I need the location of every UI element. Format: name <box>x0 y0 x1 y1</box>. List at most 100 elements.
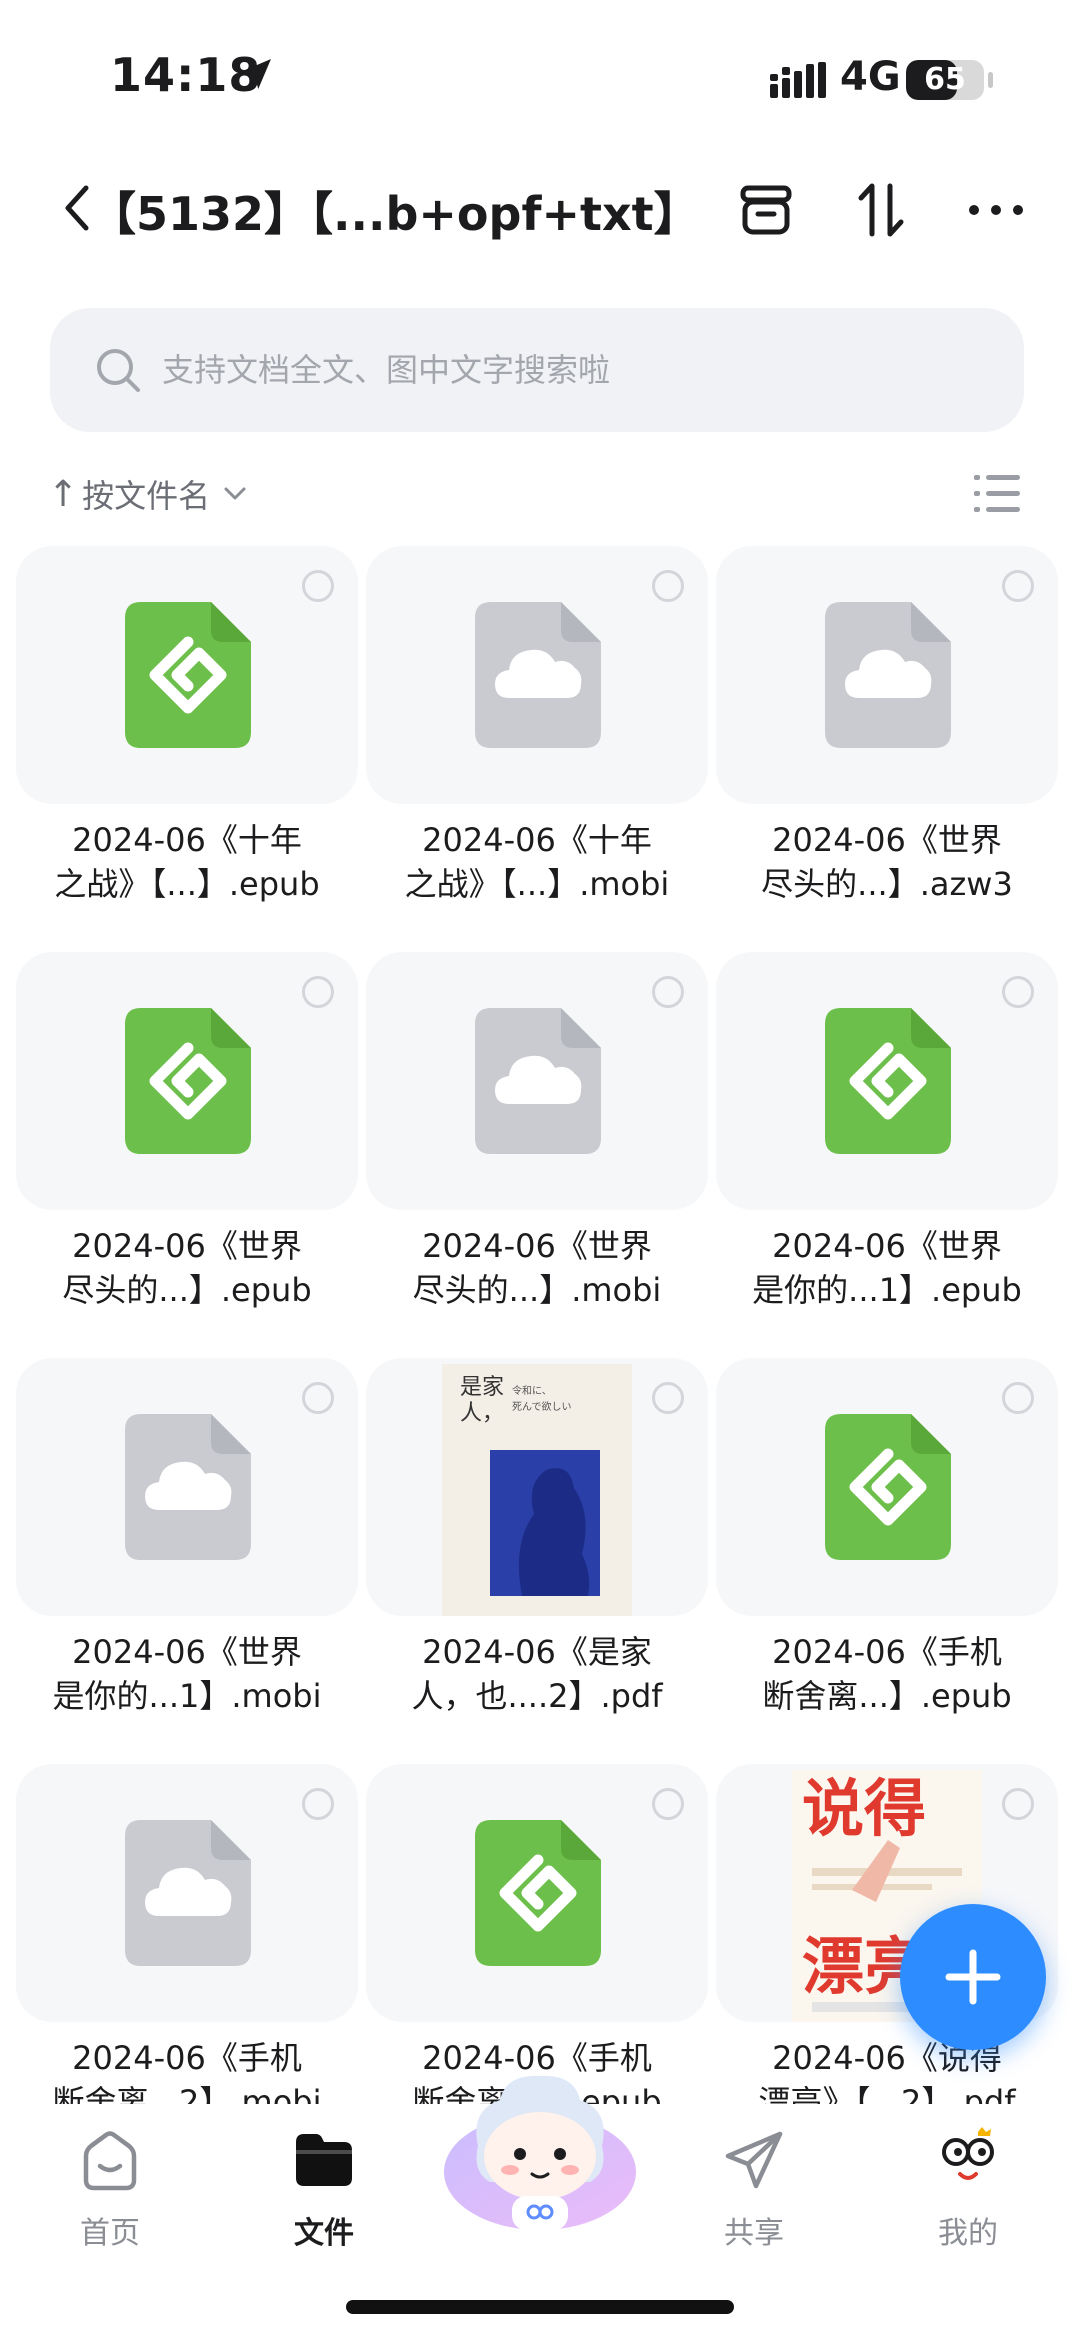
file-thumbnail-card[interactable] <box>716 546 1058 804</box>
file-item[interactable]: 2024-06《十年 之战》【...】.epub <box>16 546 358 908</box>
tab-home[interactable]: 首页 <box>40 2126 180 2276</box>
cloud-file-icon <box>475 1008 601 1154</box>
file-name-line1: 2024-06《说得 <box>772 2039 1002 2077</box>
select-checkbox[interactable] <box>302 1788 334 1820</box>
file-name-line1: 2024-06《世界 <box>72 1633 302 1671</box>
tab-share-label: 共享 <box>724 2216 784 2251</box>
tab-home-label: 首页 <box>80 2216 140 2251</box>
file-thumbnail-card[interactable] <box>16 1764 358 2022</box>
file-name-line2: 人，也....2】.pdf <box>411 1677 663 1715</box>
assistant-mascot-icon[interactable] <box>440 2060 640 2240</box>
file-thumbnail-card[interactable] <box>716 952 1058 1210</box>
select-checkbox[interactable] <box>302 570 334 602</box>
file-name-line1: 2024-06《手机 <box>72 2039 302 2077</box>
select-checkbox[interactable] <box>652 1788 684 1820</box>
file-thumbnail-card[interactable] <box>716 1358 1058 1616</box>
file-thumbnail-card[interactable] <box>16 1358 358 1616</box>
file-name: 2024-06《世界 尽头的...】.azw3 <box>716 818 1058 906</box>
sort-icon <box>858 183 904 237</box>
file-item[interactable]: 2024-06《世界 是你的...1】.mobi <box>16 1358 358 1720</box>
file-name-line1: 2024-06《十年 <box>422 821 652 859</box>
battery-cap <box>988 72 993 88</box>
select-checkbox[interactable] <box>652 1382 684 1414</box>
sort-selector[interactable]: ↑ 按文件名 <box>48 468 250 520</box>
file-thumbnail-card[interactable] <box>366 952 708 1210</box>
battery-level: 65 <box>924 62 966 97</box>
battery-indicator: 65 <box>906 60 984 100</box>
file-item[interactable]: 是家 人， 令和に、 死んで欲しい 2024-06《是家 人，也....2】.pdf <box>366 1358 708 1720</box>
epub-file-icon <box>825 1008 951 1154</box>
tab-mine-label: 我的 <box>938 2216 998 2251</box>
select-checkbox[interactable] <box>1002 976 1034 1008</box>
file-name: 2024-06《是家 人，也....2】.pdf <box>366 1630 708 1718</box>
file-name: 2024-06《十年 之战》【...】.mobi <box>366 818 708 906</box>
cloud-file-icon <box>125 1820 251 1966</box>
select-checkbox[interactable] <box>1002 1788 1034 1820</box>
file-thumbnail-card[interactable] <box>366 1764 708 2022</box>
file-name-line2: 断舍离...】.epub <box>762 1677 1012 1715</box>
file-item[interactable]: 2024-06《世界 尽头的...】.mobi <box>366 952 708 1314</box>
file-thumbnail-card[interactable] <box>366 546 708 804</box>
file-name-line1: 2024-06《手机 <box>772 1633 1002 1671</box>
location-arrow-icon <box>241 59 271 89</box>
signal-icon <box>770 62 826 98</box>
file-thumbnail-card[interactable] <box>16 546 358 804</box>
list-view-icon[interactable] <box>974 472 1020 516</box>
svg-text:是家: 是家 <box>460 1375 504 1400</box>
epub-file-icon <box>125 602 251 748</box>
select-checkbox[interactable] <box>1002 570 1034 602</box>
file-name-line2: 是你的...1】.mobi <box>52 1677 322 1715</box>
file-name: 2024-06《十年 之战》【...】.epub <box>16 818 358 906</box>
tab-files[interactable]: 文件 <box>254 2126 394 2276</box>
cloud-file-icon <box>825 602 951 748</box>
header: 【5132】【...b+opf+txt】 <box>0 160 1080 260</box>
select-checkbox[interactable] <box>652 570 684 602</box>
file-name-line1: 2024-06《十年 <box>72 821 302 859</box>
profile-face-icon <box>942 2127 994 2180</box>
archive-icon <box>740 185 792 235</box>
archive-button[interactable] <box>730 174 802 246</box>
file-name: 2024-06《手机断舍离...】.epub <box>716 1630 1058 1718</box>
folder-title: 【5132】【...b+opf+txt】 <box>90 187 700 241</box>
epub-file-icon <box>475 1820 601 1966</box>
file-item[interactable]: 2024-06《世界 尽头的...】.azw3 <box>716 546 1058 908</box>
more-button[interactable] <box>960 174 1032 246</box>
select-checkbox[interactable] <box>1002 1382 1034 1414</box>
file-item[interactable]: 2024-06《世界 尽头的...】.epub <box>16 952 358 1314</box>
svg-text:说得: 说得 <box>802 1772 926 1845</box>
file-item[interactable]: 2024-06《手机断舍离...】.epub <box>716 1358 1058 1720</box>
file-item[interactable]: 2024-06《手机 断舍离...2】.mobi <box>16 1764 358 2126</box>
paper-plane-icon <box>725 2131 783 2189</box>
status-bar: 14:18 4G 65 <box>0 0 1080 150</box>
select-checkbox[interactable] <box>652 976 684 1008</box>
tab-mine[interactable]: 我的 <box>898 2126 1038 2276</box>
home-indicator <box>346 2300 734 2314</box>
file-name: 2024-06《世界 是你的...1】.epub <box>716 1224 1058 1312</box>
add-button[interactable] <box>900 1904 1046 2050</box>
file-name-line2: 之战》【...】.epub <box>54 865 320 903</box>
file-name-line1: 2024-06《世界 <box>422 1227 652 1265</box>
network-type: 4G <box>840 54 901 100</box>
svg-text:人，: 人， <box>460 1401 504 1426</box>
file-name-line2: 之战》【...】.mobi <box>404 865 670 903</box>
file-item[interactable]: 2024-06《十年 之战》【...】.mobi <box>366 546 708 908</box>
file-thumbnail-card[interactable] <box>16 952 358 1210</box>
search-input[interactable] <box>162 308 982 432</box>
plus-icon <box>945 1949 1001 2005</box>
sort-button[interactable] <box>846 174 918 246</box>
file-name-line2: 是你的...1】.epub <box>752 1271 1022 1309</box>
file-name-line1: 2024-06《是家 <box>422 1633 652 1671</box>
file-name-line1: 2024-06《世界 <box>72 1227 302 1265</box>
tab-share[interactable]: 共享 <box>684 2126 824 2276</box>
select-checkbox[interactable] <box>302 976 334 1008</box>
file-name-line2: 尽头的...】.epub <box>62 1271 312 1309</box>
book-cover-image: 是家人， 令和に、死んで欲しい <box>442 1364 632 1616</box>
select-checkbox[interactable] <box>302 1382 334 1414</box>
search-bar[interactable] <box>50 308 1024 432</box>
file-thumbnail-card[interactable]: 是家 人， 令和に、 死んで欲しい <box>366 1358 708 1616</box>
home-icon <box>83 2131 137 2191</box>
file-item[interactable]: 2024-06《世界 是你的...1】.epub <box>716 952 1058 1314</box>
file-name-line1: 2024-06《世界 <box>772 1227 1002 1265</box>
epub-file-icon <box>125 1008 251 1154</box>
svg-text:死んで欲しい: 死んで欲しい <box>512 1400 572 1413</box>
